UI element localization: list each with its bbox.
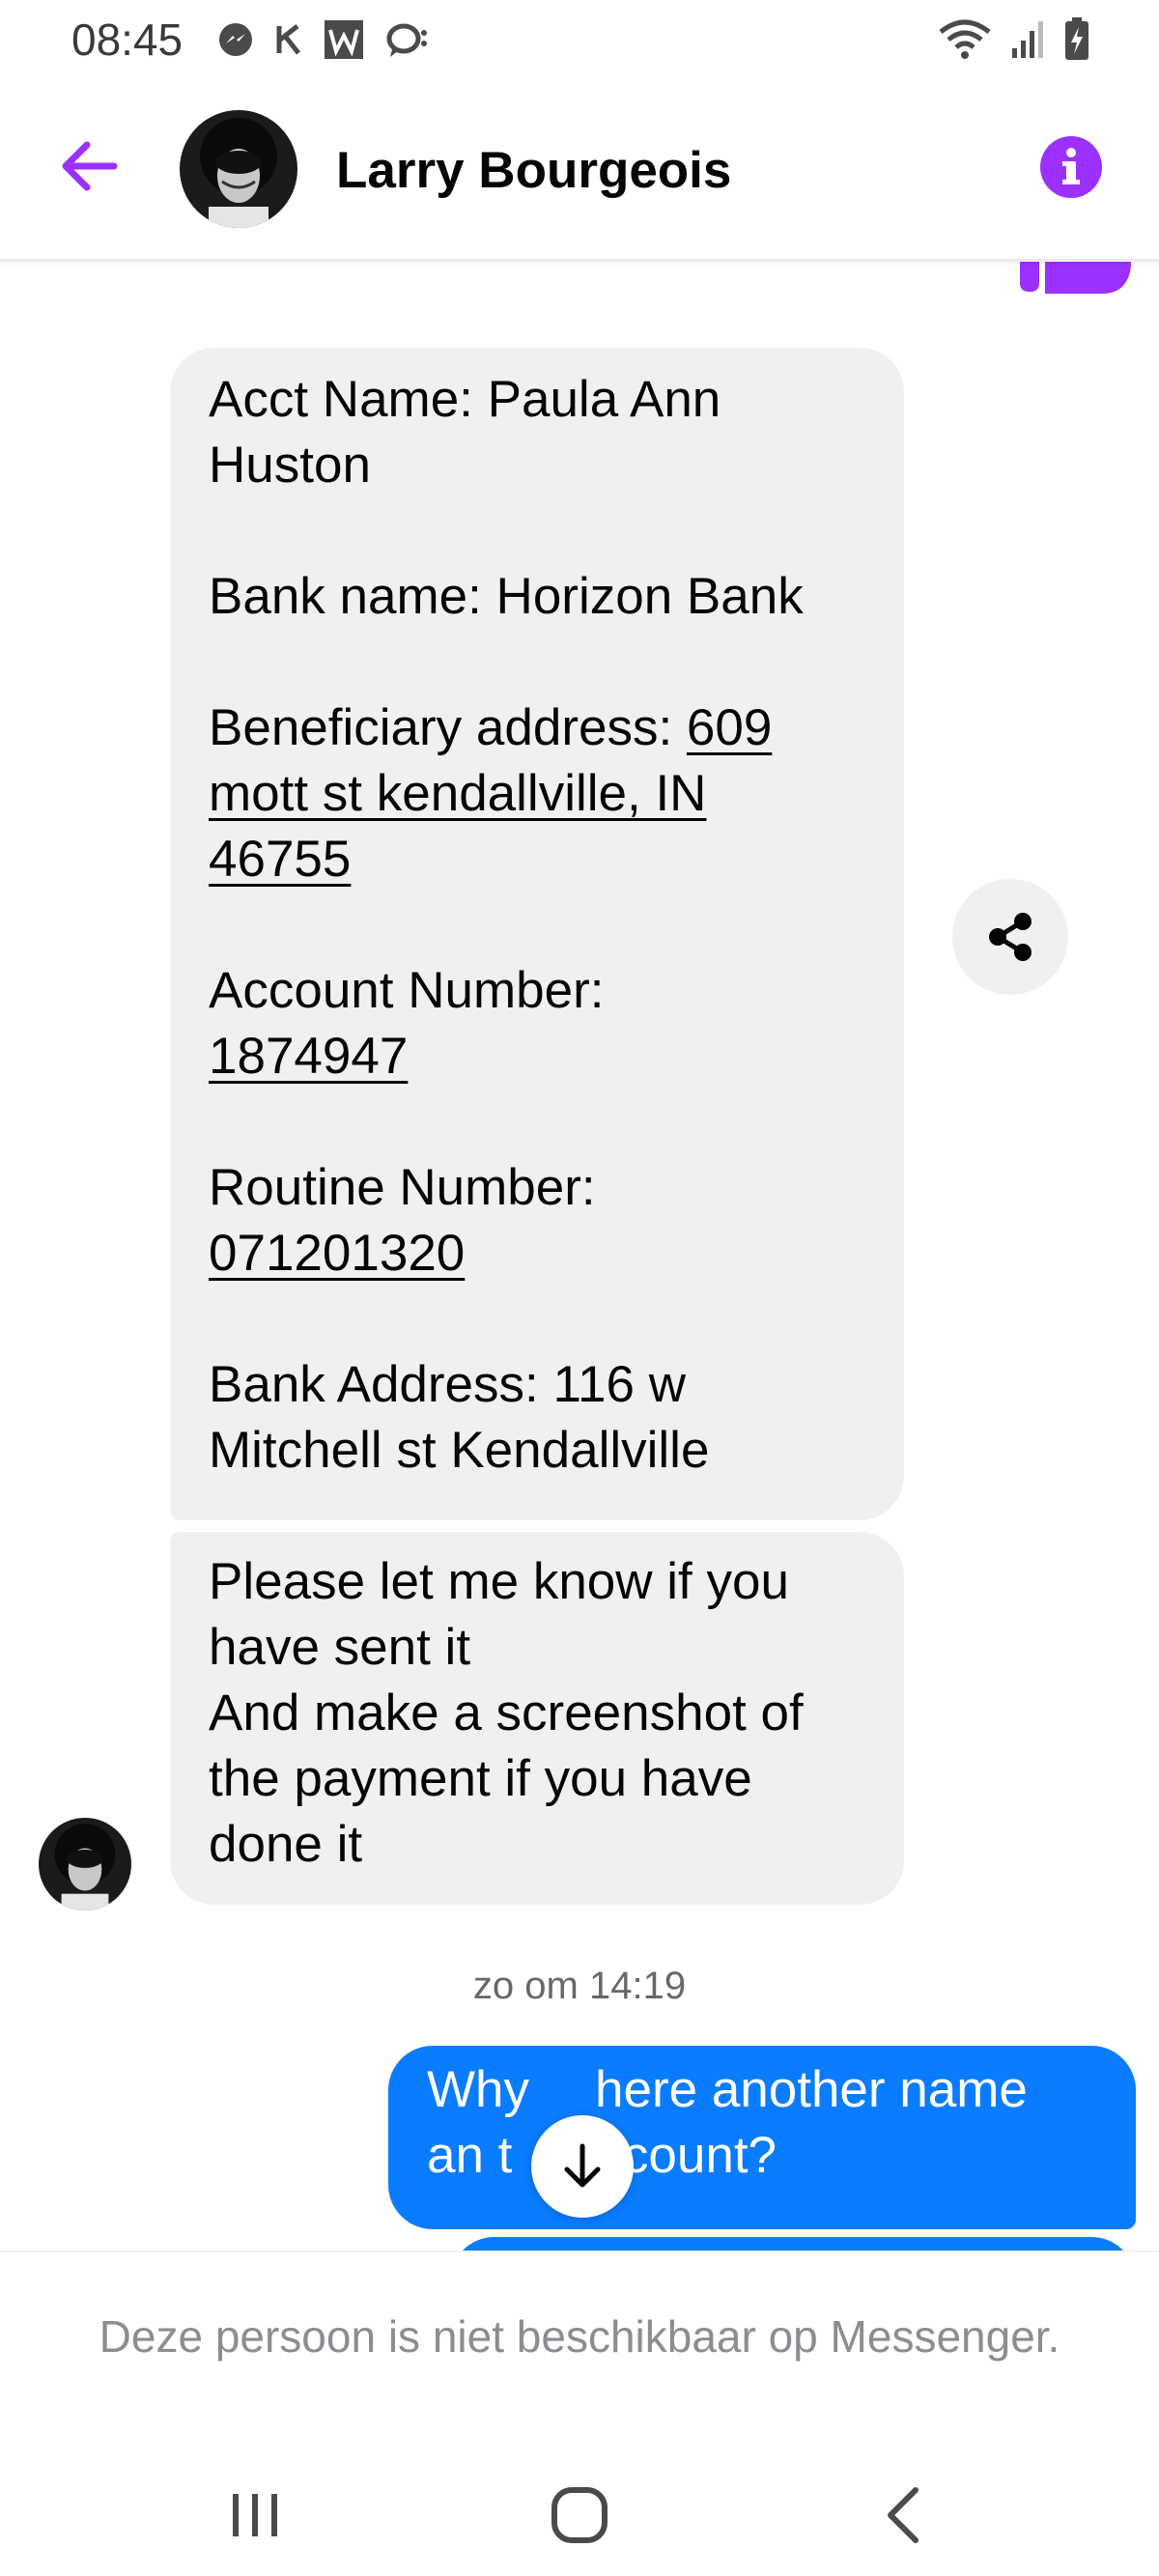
system-icons xyxy=(937,15,1091,62)
message-fragment: an t xyxy=(427,2127,513,2184)
status-time: 08:45 xyxy=(71,14,184,65)
message-text: Beneficiary address: 609 xyxy=(209,695,865,761)
status-bar: 08:45 xyxy=(0,0,1159,79)
message-timestamp: zo om 14:19 xyxy=(472,1965,687,2007)
arrow-down-icon xyxy=(564,2143,601,2188)
contact-name[interactable]: Larry Bourgeois xyxy=(336,141,731,200)
messenger-icon xyxy=(219,23,252,56)
message-outgoing[interactable]: Why here another name an t ccount? xyxy=(388,2046,1136,2229)
message-text: the payment if you have xyxy=(209,1750,752,1807)
info-icon[interactable] xyxy=(1039,135,1103,199)
message-fragment: here another name xyxy=(595,2061,1028,2118)
k-icon xyxy=(276,24,300,55)
contact-avatar[interactable] xyxy=(180,110,297,228)
sticker-partial xyxy=(1020,261,1131,294)
share-button[interactable] xyxy=(952,879,1068,995)
system-nav-bar xyxy=(0,2434,1159,2576)
share-icon xyxy=(989,913,1032,961)
message-text: have sent it xyxy=(209,1619,471,1676)
avatar-photo xyxy=(39,1818,131,1911)
notification-icons xyxy=(216,17,431,62)
message-text: Why here another name xyxy=(427,2057,1097,2123)
message-text: Please let me know if you xyxy=(209,1553,789,1610)
message-text: Acct Name: Paula Ann xyxy=(209,371,721,428)
composer-area: Deze persoon is niet beschikbaar op Mess… xyxy=(0,2250,1159,2436)
message-text: Bank name: Horizon Bank xyxy=(209,568,804,625)
address-link[interactable]: 609 xyxy=(687,699,772,756)
nav-back-icon[interactable] xyxy=(867,2477,945,2554)
back-arrow-icon[interactable] xyxy=(54,130,126,202)
phone-number-link[interactable]: 1874947 xyxy=(209,1028,408,1085)
battery-icon xyxy=(1065,17,1088,60)
message-thread[interactable]: Acct Name: Paula Ann Huston Bank name: H… xyxy=(0,261,1159,2250)
avatar-photo xyxy=(180,110,297,228)
sender-avatar[interactable] xyxy=(39,1818,131,1911)
home-icon[interactable] xyxy=(541,2477,618,2554)
message-bank-details[interactable]: Acct Name: Paula Ann Huston Bank name: H… xyxy=(170,348,904,1520)
address-link[interactable]: 46755 xyxy=(209,831,351,888)
message-fragment: Why xyxy=(427,2061,529,2118)
unavailable-notice: Deze persoon is niet beschikbaar op Mess… xyxy=(99,2311,1060,2362)
message-text: Account Number: xyxy=(209,962,605,1019)
recent-apps-icon[interactable] xyxy=(216,2477,294,2554)
conversation-header: Larry Bourgeois xyxy=(0,87,1159,262)
address-link[interactable]: mott st kendallville, IN xyxy=(209,761,865,827)
message-text: Mitchell st Kendallville xyxy=(209,1422,710,1479)
wifi-icon xyxy=(939,19,991,59)
w-icon xyxy=(325,20,363,59)
scroll-to-bottom-button[interactable] xyxy=(531,2115,634,2218)
beneficiary-label: Beneficiary address: xyxy=(209,699,687,756)
signal-icon xyxy=(1012,21,1043,58)
message-text: an t ccount? xyxy=(427,2123,1097,2189)
message-followup[interactable]: Please let me know if you have sent it A… xyxy=(170,1532,904,1905)
phone-number-link[interactable]: 071201320 xyxy=(209,1225,465,1282)
chat-bubble-icon xyxy=(386,23,427,57)
message-text: Routine Number: xyxy=(209,1159,596,1216)
message-text: done it xyxy=(209,1816,363,1873)
message-text: Huston xyxy=(209,437,371,494)
message-text: Bank Address: 116 w xyxy=(209,1356,686,1413)
message-text: And make a screenshot of xyxy=(209,1684,804,1741)
message-outgoing-partial[interactable] xyxy=(450,2237,1136,2250)
